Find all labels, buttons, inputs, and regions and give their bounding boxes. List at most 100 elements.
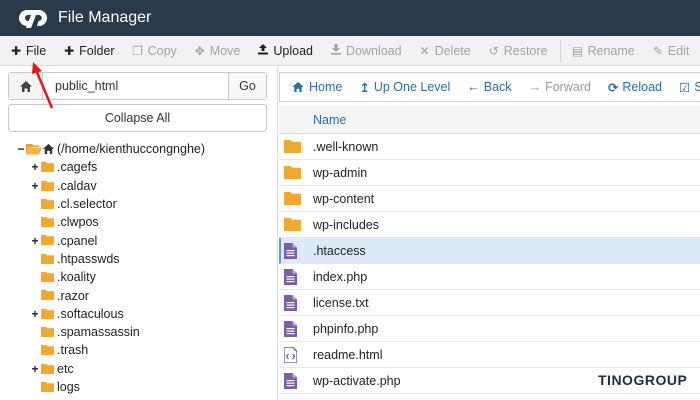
arrow-right-icon: → [528, 80, 542, 94]
tree-item-label: .cagefs [57, 160, 98, 175]
tree-item[interactable]: .trash [0, 341, 278, 359]
tree-item-label: .cl.selector [57, 197, 117, 212]
folder-icon [284, 217, 301, 234]
brand-watermark: TINOGROUP [598, 372, 688, 388]
app-header: File Manager [0, 0, 700, 36]
download-button[interactable]: Download [330, 43, 402, 58]
nav-home-button[interactable]: Home [291, 80, 342, 94]
tree-item[interactable]: .razor [0, 286, 278, 304]
folder-icon [284, 139, 301, 156]
arrow-up-icon: ↥ [359, 80, 370, 95]
path-input[interactable] [43, 73, 228, 99]
home-icon [42, 143, 55, 158]
new-file-button[interactable]: ✚ File [10, 44, 46, 58]
copy-icon: ❐ [132, 43, 143, 58]
tree-item[interactable]: .spamassassin [0, 323, 278, 341]
restore-icon: ↺ [488, 43, 499, 58]
plus-icon: ✚ [10, 43, 22, 58]
file-name: .well-known [313, 139, 379, 154]
file-icon [284, 373, 297, 392]
file-row[interactable]: index.php [279, 264, 700, 290]
folder-icon [41, 180, 54, 194]
file-name: wp-activate.php [313, 373, 401, 388]
reload-icon: ⟳ [607, 80, 619, 95]
file-row[interactable]: phpinfo.php [279, 316, 700, 342]
file-row[interactable]: wp-includes [279, 212, 700, 238]
file-row[interactable]: .htaccess [279, 238, 700, 264]
file-icon [284, 321, 297, 340]
forward-button[interactable]: → Forward [529, 80, 591, 94]
copy-button[interactable]: ❐ Copy [132, 44, 177, 58]
tree-item-label: .cpanel [57, 233, 98, 248]
tree-item[interactable]: + etc [0, 360, 278, 378]
expand-toggle-icon[interactable]: + [30, 234, 40, 248]
expand-toggle-icon[interactable]: + [30, 160, 40, 174]
folder-icon [41, 271, 54, 285]
cpanel-logo-icon[interactable] [18, 6, 52, 30]
tree-item-label: etc [57, 361, 74, 376]
tree-item-label: .spamassassin [57, 325, 140, 340]
collapse-toggle-icon[interactable]: − [16, 142, 26, 156]
tree-item[interactable]: .cl.selector [0, 195, 278, 213]
up-one-level-button[interactable]: ↥ Up One Level [359, 80, 450, 95]
tree-item-label: .caldav [57, 178, 97, 193]
tree-item-label: .htpasswds [57, 251, 120, 266]
directory-tree: − (/home/kienthuccongnghe) + .cagefs + .cal… [0, 140, 278, 396]
home-icon [292, 81, 304, 93]
file-row[interactable]: license.txt [279, 290, 700, 316]
directory-panel: Go Collapse All − (/home/kienthuccongngh… [0, 66, 278, 400]
folder-open-icon [26, 143, 42, 158]
file-name: wp-content [313, 191, 375, 206]
navigation-bar: Home ↥ Up One Level ← Back → Forward ⟳ R… [279, 72, 700, 102]
expand-toggle-icon[interactable]: + [30, 307, 40, 321]
tree-item[interactable]: .koality [0, 268, 278, 286]
file-row[interactable]: .well-known [279, 134, 700, 160]
tree-item[interactable]: logs [0, 378, 278, 396]
file-row[interactable]: wp-admin [279, 160, 700, 186]
select-all-button[interactable]: ☑ Se [679, 80, 700, 95]
new-folder-button[interactable]: ✚ Folder [63, 44, 114, 58]
file-icon [284, 269, 297, 288]
folder-icon [41, 253, 54, 267]
app-title: File Manager [58, 9, 152, 26]
folder-icon [41, 308, 54, 322]
rename-button[interactable]: ▤ Rename [572, 44, 635, 58]
download-icon [330, 43, 342, 58]
folder-icon [41, 289, 54, 303]
tree-root[interactable]: − (/home/kienthuccongnghe) [0, 140, 278, 158]
file-name: wp-includes [313, 217, 380, 232]
edit-button[interactable]: ✎ Edit [652, 44, 690, 58]
reload-button[interactable]: ⟳ Reload [608, 80, 662, 95]
file-name: phpinfo.php [313, 321, 379, 336]
upload-icon [257, 43, 269, 58]
delete-button[interactable]: ✕ Delete [419, 44, 471, 58]
close-icon: ✕ [419, 43, 430, 58]
tree-item[interactable]: + .cagefs [0, 158, 278, 176]
go-button[interactable]: Go [228, 73, 266, 99]
expand-toggle-icon[interactable]: + [30, 179, 40, 193]
file-name: .htaccess [313, 243, 366, 258]
pencil-icon: ✎ [652, 43, 663, 58]
tree-item-label: .razor [57, 288, 89, 303]
name-column-header[interactable]: Name [279, 106, 700, 134]
folder-icon [41, 234, 54, 248]
upload-button[interactable]: Upload [257, 43, 313, 58]
tree-item[interactable]: + .cpanel [0, 231, 278, 249]
move-button[interactable]: ✥ Move [194, 44, 241, 58]
back-button[interactable]: ← Back [467, 80, 511, 94]
tree-item-label: .clwpos [57, 215, 99, 230]
expand-toggle-icon[interactable]: + [30, 362, 40, 376]
file-name: readme.html [313, 347, 383, 362]
tree-item[interactable]: + .caldav [0, 177, 278, 195]
folder-icon [284, 191, 301, 208]
file-name: license.txt [313, 295, 369, 310]
restore-button[interactable]: ↺ Restore [488, 44, 548, 58]
tree-item[interactable]: + .softaculous [0, 305, 278, 323]
file-name: index.php [313, 269, 368, 284]
tree-item[interactable]: .clwpos [0, 213, 278, 231]
file-row[interactable]: wp-content [279, 186, 700, 212]
tree-item[interactable]: .htpasswds [0, 250, 278, 268]
plus-icon: ✚ [64, 43, 75, 58]
file-row[interactable]: readme.html [279, 342, 700, 368]
checkbox-icon: ☑ [679, 80, 691, 95]
